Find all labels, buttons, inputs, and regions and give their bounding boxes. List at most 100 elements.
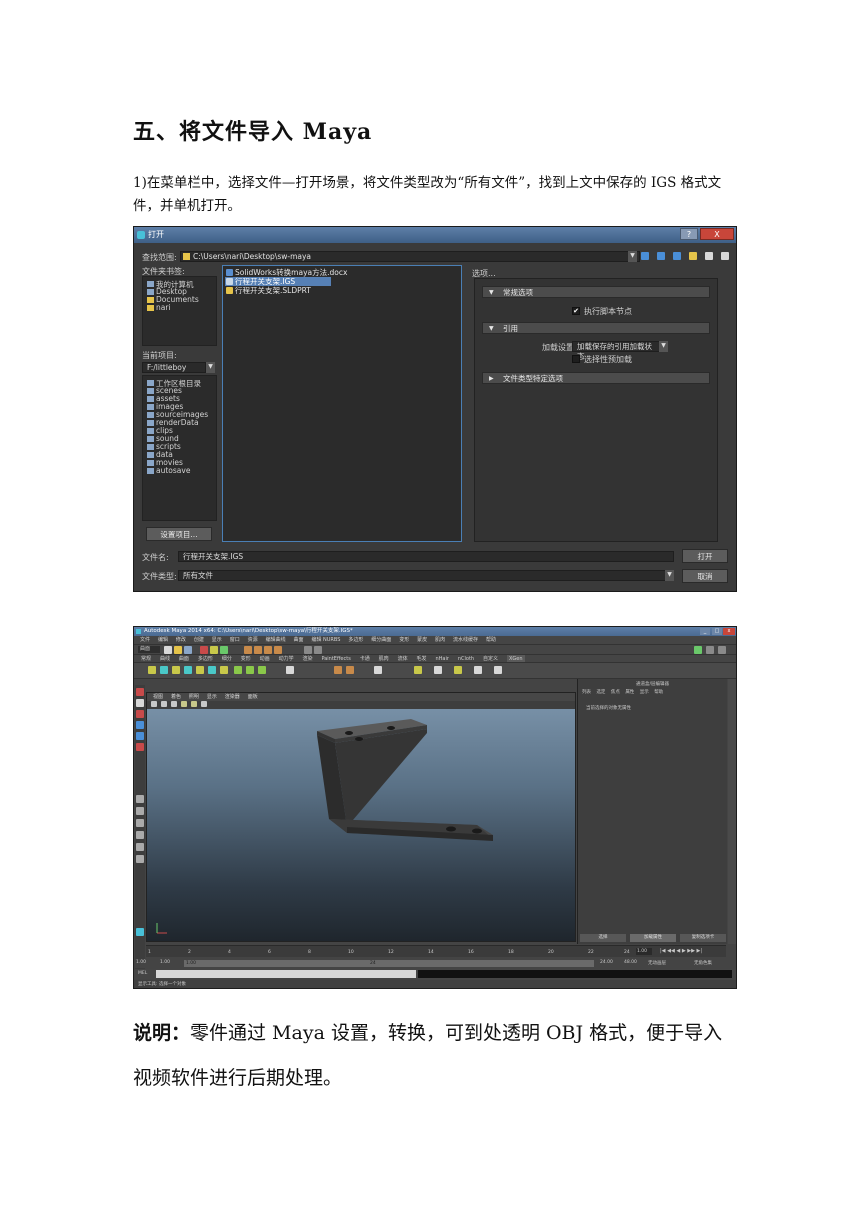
nurbs-cube-icon[interactable] <box>172 666 180 674</box>
attribute-editor-tab-strip[interactable] <box>728 679 736 944</box>
toggle-channel-box-icon[interactable] <box>718 646 726 654</box>
menu-item[interactable]: 多边形 <box>348 636 363 644</box>
help-button[interactable]: ? <box>680 228 698 240</box>
open-scene-icon[interactable] <box>174 646 182 654</box>
extrude-icon[interactable] <box>258 666 266 674</box>
nurbs-cylinder-icon[interactable] <box>184 666 192 674</box>
select-tool-icon[interactable] <box>136 688 144 696</box>
path-dropdown-arrow-icon[interactable]: ▼ <box>628 251 637 262</box>
textured-icon[interactable] <box>181 701 187 707</box>
project-dropdown-arrow-icon[interactable]: ▼ <box>206 362 215 373</box>
menu-item[interactable]: 细分曲面 <box>371 636 391 644</box>
maximize-icon[interactable]: □ <box>712 628 722 635</box>
lasso-tool-icon[interactable] <box>136 699 144 707</box>
close-button[interactable]: X <box>700 228 734 240</box>
close-icon[interactable]: x <box>723 628 735 635</box>
trim-tool-icon[interactable] <box>334 666 342 674</box>
shelf-tab[interactable]: 卡通 <box>360 655 370 662</box>
toggle-tool-settings-icon[interactable] <box>706 646 714 654</box>
general-options-header[interactable]: ▼ 常规选项 <box>482 286 710 298</box>
viewport-menu-item[interactable]: 视图 <box>153 693 163 701</box>
shelf-tab[interactable]: 曲线 <box>160 655 170 662</box>
revolve-icon[interactable] <box>234 666 242 674</box>
channel-box-tab[interactable]: 帮助 <box>654 690 663 695</box>
layout-hypershade-icon[interactable] <box>136 855 144 863</box>
sculpt-tool-icon[interactable] <box>414 666 422 674</box>
snap-point-icon[interactable] <box>264 646 272 654</box>
shelf-tab[interactable]: 动画 <box>260 655 270 662</box>
command-input[interactable] <box>156 970 416 978</box>
detail-view-icon[interactable] <box>721 252 729 260</box>
menu-item[interactable]: 肌肉 <box>435 636 445 644</box>
viewport-menu-item[interactable]: 显示 <box>207 693 217 701</box>
current-project-dropdown[interactable]: F:/littleboy <box>142 362 206 373</box>
mel-label[interactable]: MEL <box>138 971 147 976</box>
forward-icon[interactable] <box>657 252 665 260</box>
menu-item[interactable]: 变形 <box>399 636 409 644</box>
shelf-tab[interactable]: 变形 <box>241 655 251 662</box>
set-project-button[interactable]: 设置项目... <box>146 527 212 541</box>
render-current-frame-icon[interactable] <box>314 646 322 654</box>
load-settings-arrow-icon[interactable]: ▼ <box>659 341 668 352</box>
up-folder-icon[interactable] <box>673 252 681 260</box>
shelf-tab[interactable]: nCloth <box>458 655 474 662</box>
menu-item[interactable]: 编辑曲线 <box>266 636 286 644</box>
range-inner-start-field[interactable]: 1.00 <box>160 960 170 965</box>
fillet-icon[interactable] <box>374 666 382 674</box>
save-scene-icon[interactable] <box>184 646 192 654</box>
file-list-item[interactable]: 行程开关支架.SLDPRT <box>225 286 311 295</box>
shelf-tab[interactable]: 渲染 <box>303 655 313 662</box>
shelf-tab[interactable]: 常规 <box>141 655 151 662</box>
viewport-menu-item[interactable]: 渲染器 <box>225 693 240 701</box>
shelf-tab[interactable]: 动力学 <box>279 655 294 662</box>
perspective-viewport[interactable]: 视图 着色 照明 显示 渲染器 面板 <box>146 692 576 942</box>
nurbs-torus-icon[interactable] <box>220 666 228 674</box>
select-by-object-icon[interactable] <box>210 646 218 654</box>
paint-select-icon[interactable] <box>136 710 144 718</box>
menu-item[interactable]: 资源 <box>248 636 258 644</box>
shelf-tab[interactable]: 毛发 <box>417 655 427 662</box>
menu-item[interactable]: 窗口 <box>230 636 240 644</box>
references-header[interactable]: ▼ 引用 <box>482 322 710 334</box>
new-folder-icon[interactable] <box>689 252 697 260</box>
shelf-tab[interactable]: 曲面 <box>179 655 189 662</box>
back-icon[interactable] <box>641 252 649 260</box>
menu-item[interactable]: 编辑 NURBS <box>311 636 340 644</box>
shelf-tab[interactable]: nHair <box>435 655 448 662</box>
shelf-tab[interactable]: PaintEffects <box>321 655 350 662</box>
load-settings-dropdown[interactable]: 加载保存的引用加载状态 <box>572 341 660 361</box>
reverse-direction-icon[interactable] <box>454 666 462 674</box>
file-type-arrow-icon[interactable]: ▼ <box>665 570 674 581</box>
file-type-specific-header[interactable]: ▶ 文件类型特定选项 <box>482 372 710 384</box>
planar-icon[interactable] <box>286 666 294 674</box>
scale-tool-icon[interactable] <box>136 743 144 751</box>
minimize-icon[interactable]: _ <box>700 628 710 635</box>
copy-tab-button[interactable]: 复制选项卡 <box>680 934 726 942</box>
file-name-field[interactable]: 行程开关支架.IGS <box>178 551 674 562</box>
playback-end-field[interactable]: 48.00 <box>624 960 637 965</box>
lights-icon[interactable] <box>191 701 197 707</box>
cancel-button[interactable]: 取消 <box>682 569 728 583</box>
shadows-icon[interactable] <box>201 701 207 707</box>
character-set-dropdown[interactable]: 无角色集 <box>694 960 712 966</box>
menu-item[interactable]: 修改 <box>176 636 186 644</box>
shelf-tab[interactable]: 自定义 <box>483 655 498 662</box>
shelf-tab[interactable]: 流体 <box>398 655 408 662</box>
layout-two-icon[interactable] <box>136 819 144 827</box>
nurbs-circle-icon[interactable] <box>148 666 156 674</box>
shelf-tab[interactable]: 多边形 <box>198 655 213 662</box>
attach-surfaces-icon[interactable] <box>346 666 354 674</box>
shelf-tab-active[interactable]: XGen <box>506 655 525 662</box>
selective-preload-checkbox[interactable] <box>572 355 580 363</box>
menu-item[interactable]: 帮助 <box>486 636 496 644</box>
bracket-model[interactable] <box>147 709 577 943</box>
select-by-component-icon[interactable] <box>220 646 228 654</box>
viewport-menu-item[interactable]: 照明 <box>189 693 199 701</box>
project-folder-item[interactable]: autosave <box>147 466 190 475</box>
new-scene-icon[interactable] <box>164 646 172 654</box>
playback-controls[interactable]: |◀ ◀◀ ◀ ▶ ▶▶ ▶| <box>660 948 702 954</box>
snap-curve-icon[interactable] <box>254 646 262 654</box>
file-type-dropdown[interactable]: 所有文件 <box>178 570 666 581</box>
snap-surface-icon[interactable] <box>274 646 282 654</box>
rebuild-icon[interactable] <box>434 666 442 674</box>
